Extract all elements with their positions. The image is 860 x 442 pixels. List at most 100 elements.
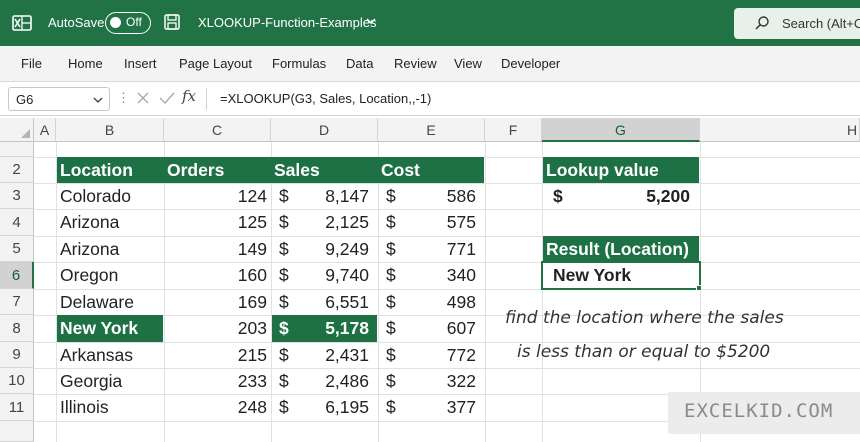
row-header-10[interactable]: 10 <box>0 368 34 394</box>
chevron-down-icon[interactable] <box>93 96 103 104</box>
cancel-icon[interactable] <box>136 91 150 105</box>
sales-cell[interactable]: 6,195 <box>271 394 369 420</box>
tab-review[interactable]: Review <box>394 56 437 71</box>
lookup-value-header[interactable]: Lookup value <box>546 157 659 183</box>
tab-insert[interactable]: Insert <box>124 56 157 71</box>
row-header-12[interactable] <box>0 421 34 442</box>
tab-data[interactable]: Data <box>346 56 373 71</box>
cost-cell[interactable]: 498 <box>378 289 476 315</box>
sales-cell[interactable]: 2,431 <box>271 342 369 368</box>
document-title[interactable]: XLOOKUP-Function-Examples <box>198 15 376 30</box>
header-location[interactable]: Location <box>60 157 133 183</box>
location-cell[interactable]: Oregon <box>60 262 118 288</box>
formula-input[interactable]: =XLOOKUP(G3, Sales, Location,,-1) <box>220 91 431 106</box>
tab-developer[interactable]: Developer <box>501 56 560 71</box>
sales-cell[interactable]: 2,125 <box>271 209 369 235</box>
row-header-9[interactable]: 9 <box>0 342 34 368</box>
autosave-label: AutoSave <box>48 15 105 30</box>
header-sales[interactable]: Sales <box>274 157 320 183</box>
gridline <box>485 142 486 442</box>
name-box-value: G6 <box>16 92 34 107</box>
insert-function-icon[interactable]: fx <box>182 87 196 105</box>
cost-cell[interactable]: 772 <box>378 342 476 368</box>
lookup-value-cell[interactable]: 5,200 <box>600 183 690 209</box>
fill-handle[interactable] <box>696 285 702 291</box>
ribbon-tabs: File Home Insert Page Layout Formulas Da… <box>0 46 860 82</box>
autosave-toggle[interactable]: Off <box>105 12 151 34</box>
column-header-a[interactable]: A <box>34 118 56 142</box>
tab-file[interactable]: File <box>21 56 42 71</box>
location-cell[interactable]: Illinois <box>60 394 109 420</box>
column-header-d[interactable]: D <box>271 118 378 142</box>
tab-page-layout[interactable]: Page Layout <box>179 56 252 71</box>
formula-bar: G6 ⋮ fx =XLOOKUP(G3, Sales, Location,,-1… <box>0 82 860 116</box>
orders-cell[interactable]: 233 <box>164 368 267 394</box>
sales-cell[interactable]: 9,740 <box>271 262 369 288</box>
cost-cell[interactable]: 377 <box>378 394 476 420</box>
row-header-6[interactable]: 6 <box>0 262 34 289</box>
column-header-h[interactable]: H <box>700 118 860 142</box>
row-header-2[interactable]: 2 <box>0 157 34 183</box>
title-bar: AutoSave Off XLOOKUP-Function-Examples S… <box>0 0 860 46</box>
orders-cell[interactable]: 215 <box>164 342 267 368</box>
orders-cell[interactable]: 160 <box>164 262 267 288</box>
orders-cell[interactable]: 169 <box>164 289 267 315</box>
select-all-button[interactable] <box>0 118 34 142</box>
cost-cell[interactable]: 322 <box>378 368 476 394</box>
sales-cell[interactable]: 2,486 <box>271 368 369 394</box>
formula-bar-separator <box>206 88 207 110</box>
excel-logo-icon <box>12 15 32 31</box>
location-cell[interactable]: Arizona <box>60 209 119 235</box>
result-header[interactable]: Result (Location) <box>546 236 689 262</box>
row-header-1[interactable] <box>0 142 34 157</box>
row-header-5[interactable]: 5 <box>0 236 34 262</box>
lookup-currency: $ <box>553 186 563 206</box>
tab-view[interactable]: View <box>454 56 482 71</box>
cost-cell[interactable]: 340 <box>378 262 476 288</box>
column-header-f[interactable]: F <box>485 118 542 142</box>
location-cell[interactable]: Delaware <box>60 289 134 315</box>
location-cell[interactable]: Colorado <box>60 183 131 209</box>
save-icon[interactable] <box>163 13 181 31</box>
row-header-11[interactable]: 11 <box>0 394 34 421</box>
sales-cell[interactable]: 5,178 <box>271 315 369 341</box>
more-options-icon[interactable]: ⋮ <box>117 90 130 106</box>
location-cell[interactable]: New York <box>60 315 138 341</box>
row-header-3[interactable]: 3 <box>0 183 34 209</box>
column-header-c[interactable]: C <box>164 118 271 142</box>
name-box[interactable]: G6 <box>8 87 110 111</box>
chevron-down-icon[interactable] <box>366 17 376 25</box>
search-box[interactable]: Search (Alt+C <box>734 8 860 39</box>
location-cell[interactable]: Arkansas <box>60 342 133 368</box>
header-cost[interactable]: Cost <box>381 157 420 183</box>
orders-cell[interactable]: 149 <box>164 236 267 262</box>
row-header-4[interactable]: 4 <box>0 209 34 236</box>
column-header-g[interactable]: G <box>542 118 700 142</box>
toggle-knob <box>110 17 121 28</box>
orders-cell[interactable]: 248 <box>164 394 267 420</box>
tab-home[interactable]: Home <box>68 56 103 71</box>
sales-cell[interactable]: 6,551 <box>271 289 369 315</box>
sales-cell[interactable]: 8,147 <box>271 183 369 209</box>
cost-cell[interactable]: 607 <box>378 315 476 341</box>
row-header-7[interactable]: 7 <box>0 289 34 315</box>
column-header-e[interactable]: E <box>378 118 485 142</box>
location-cell[interactable]: Georgia <box>60 368 122 394</box>
sales-cell[interactable]: 9,249 <box>271 236 369 262</box>
select-all-triangle <box>21 129 30 138</box>
cost-cell[interactable]: 586 <box>378 183 476 209</box>
orders-cell[interactable]: 125 <box>164 209 267 235</box>
cost-cell[interactable]: 575 <box>378 209 476 235</box>
active-cell-selection[interactable] <box>541 261 701 290</box>
annotation-line-2: is less than or equal to $5200 <box>517 342 771 362</box>
cost-cell[interactable]: 771 <box>378 236 476 262</box>
row-header-8[interactable]: 8 <box>0 315 34 342</box>
orders-cell[interactable]: 203 <box>164 315 267 341</box>
header-orders[interactable]: Orders <box>167 157 224 183</box>
enter-check-icon[interactable] <box>159 91 175 105</box>
orders-cell[interactable]: 124 <box>164 183 267 209</box>
tab-formulas[interactable]: Formulas <box>272 56 326 71</box>
location-cell[interactable]: Arizona <box>60 236 119 262</box>
autosave-state: Off <box>126 15 142 29</box>
column-header-b[interactable]: B <box>56 118 164 142</box>
